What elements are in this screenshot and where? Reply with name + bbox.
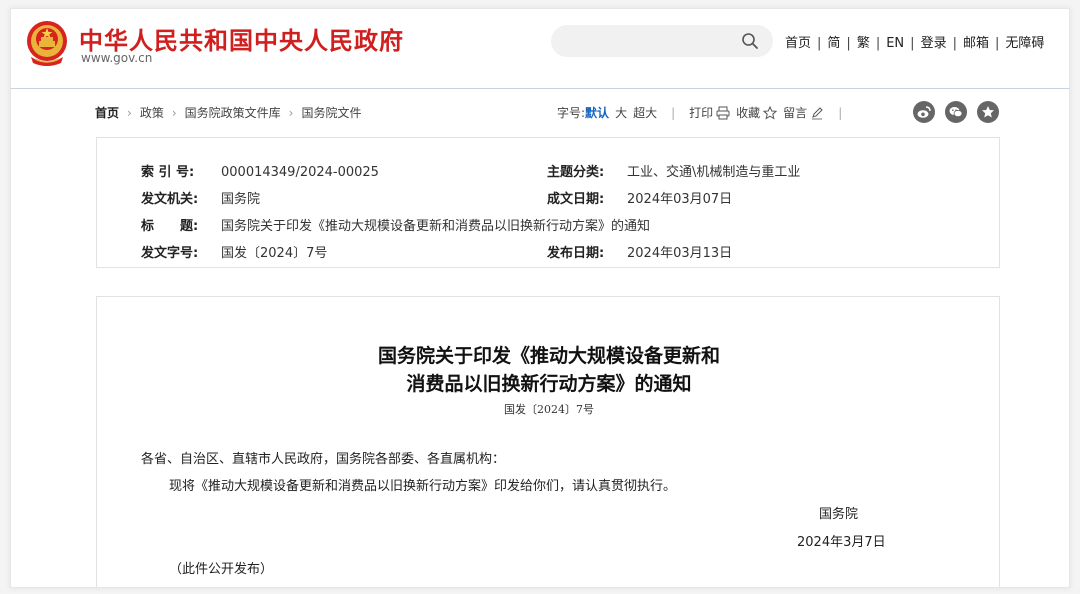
document-title-line-2: 消费品以旧换新行动方案》的通知 xyxy=(406,373,692,395)
document-public-note: （此件公开发布） xyxy=(169,562,274,577)
national-emblem-icon[interactable] xyxy=(25,19,69,69)
printer-icon xyxy=(716,106,730,120)
print-label: 打印 xyxy=(689,106,714,120)
document-number: 国发〔2024〕7号 xyxy=(504,403,594,416)
info-published-value: 2024年03月13日 xyxy=(627,246,733,261)
info-category-value: 工业、交通\机械制造与重工业 xyxy=(627,165,801,180)
breadcrumb: 首页 › 政策 › 国务院政策文件库 › 国务院文件 xyxy=(95,104,362,121)
info-issuer-label: 发文机关: xyxy=(141,192,199,207)
info-title-value: 国务院关于印发《推动大规模设备更新和消费品以旧换新行动方案》的通知 xyxy=(221,219,651,234)
info-index-row: 索 引 号: 000014349/2024-00025 xyxy=(141,161,379,180)
page-frame: 中华人民共和国中央人民政府 www.gov.cn 首页 | 简 | 繁 | EN | 登录 | 邮箱… xyxy=(10,8,1070,588)
search-box[interactable] xyxy=(551,25,773,57)
site-header: 中华人民共和国中央人民政府 www.gov.cn 首页 | 简 | 繁 | EN | 登录 | 邮箱… xyxy=(11,9,1069,89)
breadcrumb-home[interactable]: 首页 xyxy=(95,106,119,120)
info-written-row: 成文日期: 2024年03月07日 xyxy=(547,188,732,207)
info-title-row: 标 题: 国务院关于印发《推动大规模设备更新和消费品以旧换新行动方案》的通知 xyxy=(141,215,650,234)
article-toolbar: 字号:默认大超大 | 打印 收藏 留言 | xyxy=(557,105,843,120)
info-title-label: 标 题: xyxy=(141,219,199,234)
nav-mail[interactable]: 邮箱 xyxy=(963,36,989,51)
info-category-row: 主题分类: 工业、交通\机械制造与重工业 xyxy=(547,161,800,180)
document-title-line-1: 国务院关于印发《推动大规模设备更新和 xyxy=(377,345,720,367)
search-input[interactable] xyxy=(565,31,725,51)
chevron-right-icon: › xyxy=(171,106,177,120)
info-docno-row: 发文字号: 国发〔2024〕7号 xyxy=(141,242,327,261)
document-metadata-panel: 索 引 号: 000014349/2024-00025 主题分类: 工业、交通\机械… xyxy=(96,137,1000,268)
favorite-label: 收藏 xyxy=(736,106,761,120)
info-index-value: 000014349/2024-00025 xyxy=(221,165,379,180)
wechat-share-button[interactable] xyxy=(945,101,967,123)
info-docno-label: 发文字号: xyxy=(141,246,199,261)
top-nav: 首页 | 简 | 繁 | EN | 登录 | 邮箱 | 无障碍 xyxy=(785,36,1045,51)
weibo-share-button[interactable] xyxy=(913,101,935,123)
document-body: 国务院关于印发《推动大规模设备更新和 消费品以旧换新行动方案》的通知 国发〔20… xyxy=(96,296,1000,587)
pen-icon xyxy=(812,107,823,120)
info-index-label: 索 引 号: xyxy=(141,165,195,180)
weibo-icon xyxy=(917,106,931,118)
comment-button[interactable]: 留言 xyxy=(783,106,824,120)
chevron-right-icon: › xyxy=(127,106,132,120)
info-category-label: 主题分类: xyxy=(547,165,605,180)
info-published-row: 发布日期: 2024年03月13日 xyxy=(547,242,732,261)
info-published-label: 发布日期: xyxy=(547,246,605,261)
nav-simplified[interactable]: 简 xyxy=(827,36,840,51)
document-date: 2024年3月7日 xyxy=(797,535,886,550)
font-large-button[interactable]: 大 xyxy=(615,106,627,120)
star-icon xyxy=(762,105,778,120)
favorite-share-button[interactable] xyxy=(977,101,999,123)
wechat-icon xyxy=(949,107,963,118)
print-button[interactable]: 打印 xyxy=(689,106,730,120)
info-written-value: 2024年03月07日 xyxy=(627,192,733,207)
favorite-star-icon xyxy=(982,106,994,118)
nav-english[interactable]: EN xyxy=(886,36,904,51)
info-written-label: 成文日期: xyxy=(547,192,605,207)
info-issuer-row: 发文机关: 国务院 xyxy=(141,188,260,207)
nav-accessibility[interactable]: 无障碍 xyxy=(1005,36,1044,51)
info-issuer-value: 国务院 xyxy=(221,192,261,207)
document-paragraph: 现将《推动大规模设备更新和消费品以旧换新行动方案》印发给你们，请认真贯彻执行。 xyxy=(169,479,677,494)
nav-traditional[interactable]: 繁 xyxy=(857,36,870,51)
document-salutation: 各省、自治区、直辖市人民政府，国务院各部委、各直属机构： xyxy=(141,452,506,467)
breadcrumb-state-council-docs[interactable]: 国务院文件 xyxy=(301,106,361,120)
font-size-label: 字号: xyxy=(557,106,586,120)
font-default-button[interactable]: 默认 xyxy=(585,106,609,120)
breadcrumb-policy-library[interactable]: 国务院政策文件库 xyxy=(185,106,281,120)
header-divider xyxy=(11,88,1069,89)
nav-home[interactable]: 首页 xyxy=(785,36,811,51)
font-xlarge-button[interactable]: 超大 xyxy=(633,106,657,120)
chevron-right-icon: › xyxy=(288,106,294,120)
info-docno-value: 国发〔2024〕7号 xyxy=(221,246,328,261)
breadcrumb-policy[interactable]: 政策 xyxy=(140,106,164,120)
document-signer: 国务院 xyxy=(819,507,859,522)
favorite-button[interactable]: 收藏 xyxy=(736,105,778,120)
nav-login[interactable]: 登录 xyxy=(921,36,947,51)
site-url[interactable]: www.gov.cn xyxy=(81,51,152,65)
comment-label: 留言 xyxy=(783,106,808,120)
search-icon[interactable] xyxy=(741,32,759,50)
